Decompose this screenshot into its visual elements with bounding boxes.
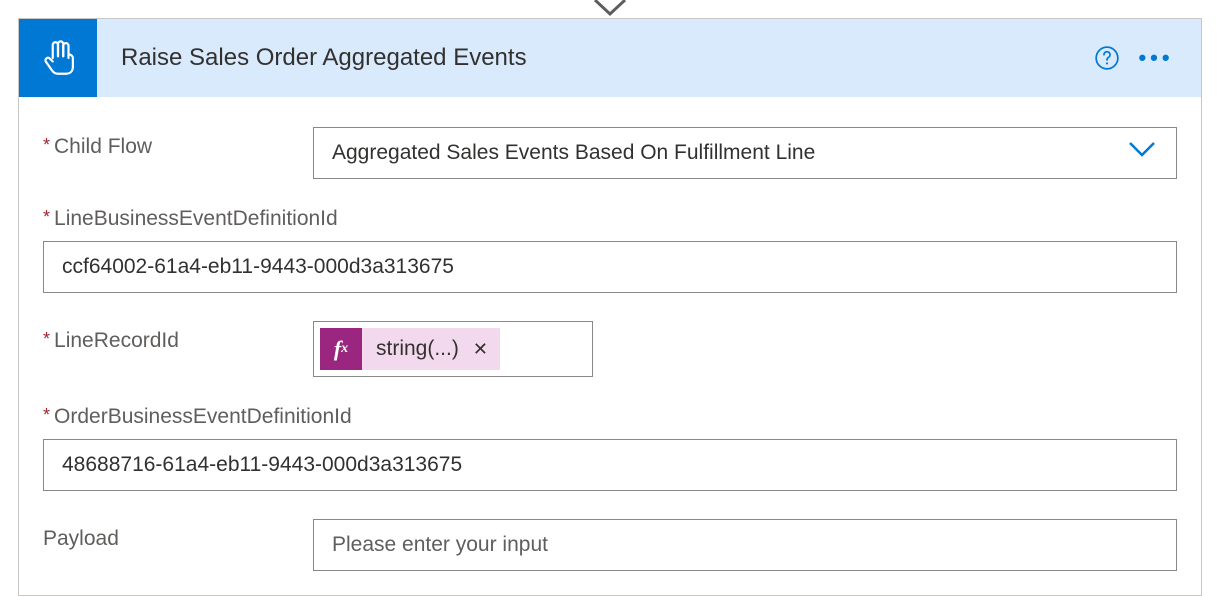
payload-input[interactable]: Please enter your input: [313, 519, 1177, 571]
payload-label: Payload: [43, 519, 313, 551]
order-def-id-input[interactable]: 48688716-61a4-eb11-9443-000d3a313675: [43, 439, 1177, 491]
order-def-id-label: OrderBusinessEventDefinitionId: [43, 405, 1177, 429]
payload-placeholder: Please enter your input: [332, 533, 548, 557]
line-def-id-input[interactable]: ccf64002-61a4-eb11-9443-000d3a313675: [43, 241, 1177, 293]
more-menu-button[interactable]: •••: [1129, 40, 1183, 76]
fx-icon: fx: [320, 328, 362, 370]
line-record-id-input[interactable]: fx string(...) ✕: [313, 321, 593, 377]
chevron-down-icon: [1128, 141, 1156, 165]
action-icon: [19, 19, 97, 97]
expression-text: string(...): [376, 337, 459, 361]
order-def-id-value: 48688716-61a4-eb11-9443-000d3a313675: [62, 453, 462, 477]
child-flow-value: Aggregated Sales Events Based On Fulfill…: [332, 141, 815, 165]
expression-token[interactable]: fx string(...) ✕: [320, 328, 500, 370]
flow-arrow-down: [593, 0, 627, 18]
card-header[interactable]: Raise Sales Order Aggregated Events •••: [19, 19, 1201, 97]
line-record-id-label: LineRecordId: [43, 321, 313, 353]
line-def-id-label: LineBusinessEventDefinitionId: [43, 207, 1177, 231]
line-def-id-value: ccf64002-61a4-eb11-9443-000d3a313675: [62, 255, 454, 279]
remove-token-button[interactable]: ✕: [473, 339, 488, 360]
action-card: Raise Sales Order Aggregated Events ••• …: [18, 18, 1202, 596]
help-button[interactable]: [1089, 40, 1125, 76]
child-flow-select[interactable]: Aggregated Sales Events Based On Fulfill…: [313, 127, 1177, 179]
child-flow-label: Child Flow: [43, 127, 313, 159]
card-title: Raise Sales Order Aggregated Events: [97, 44, 1089, 72]
